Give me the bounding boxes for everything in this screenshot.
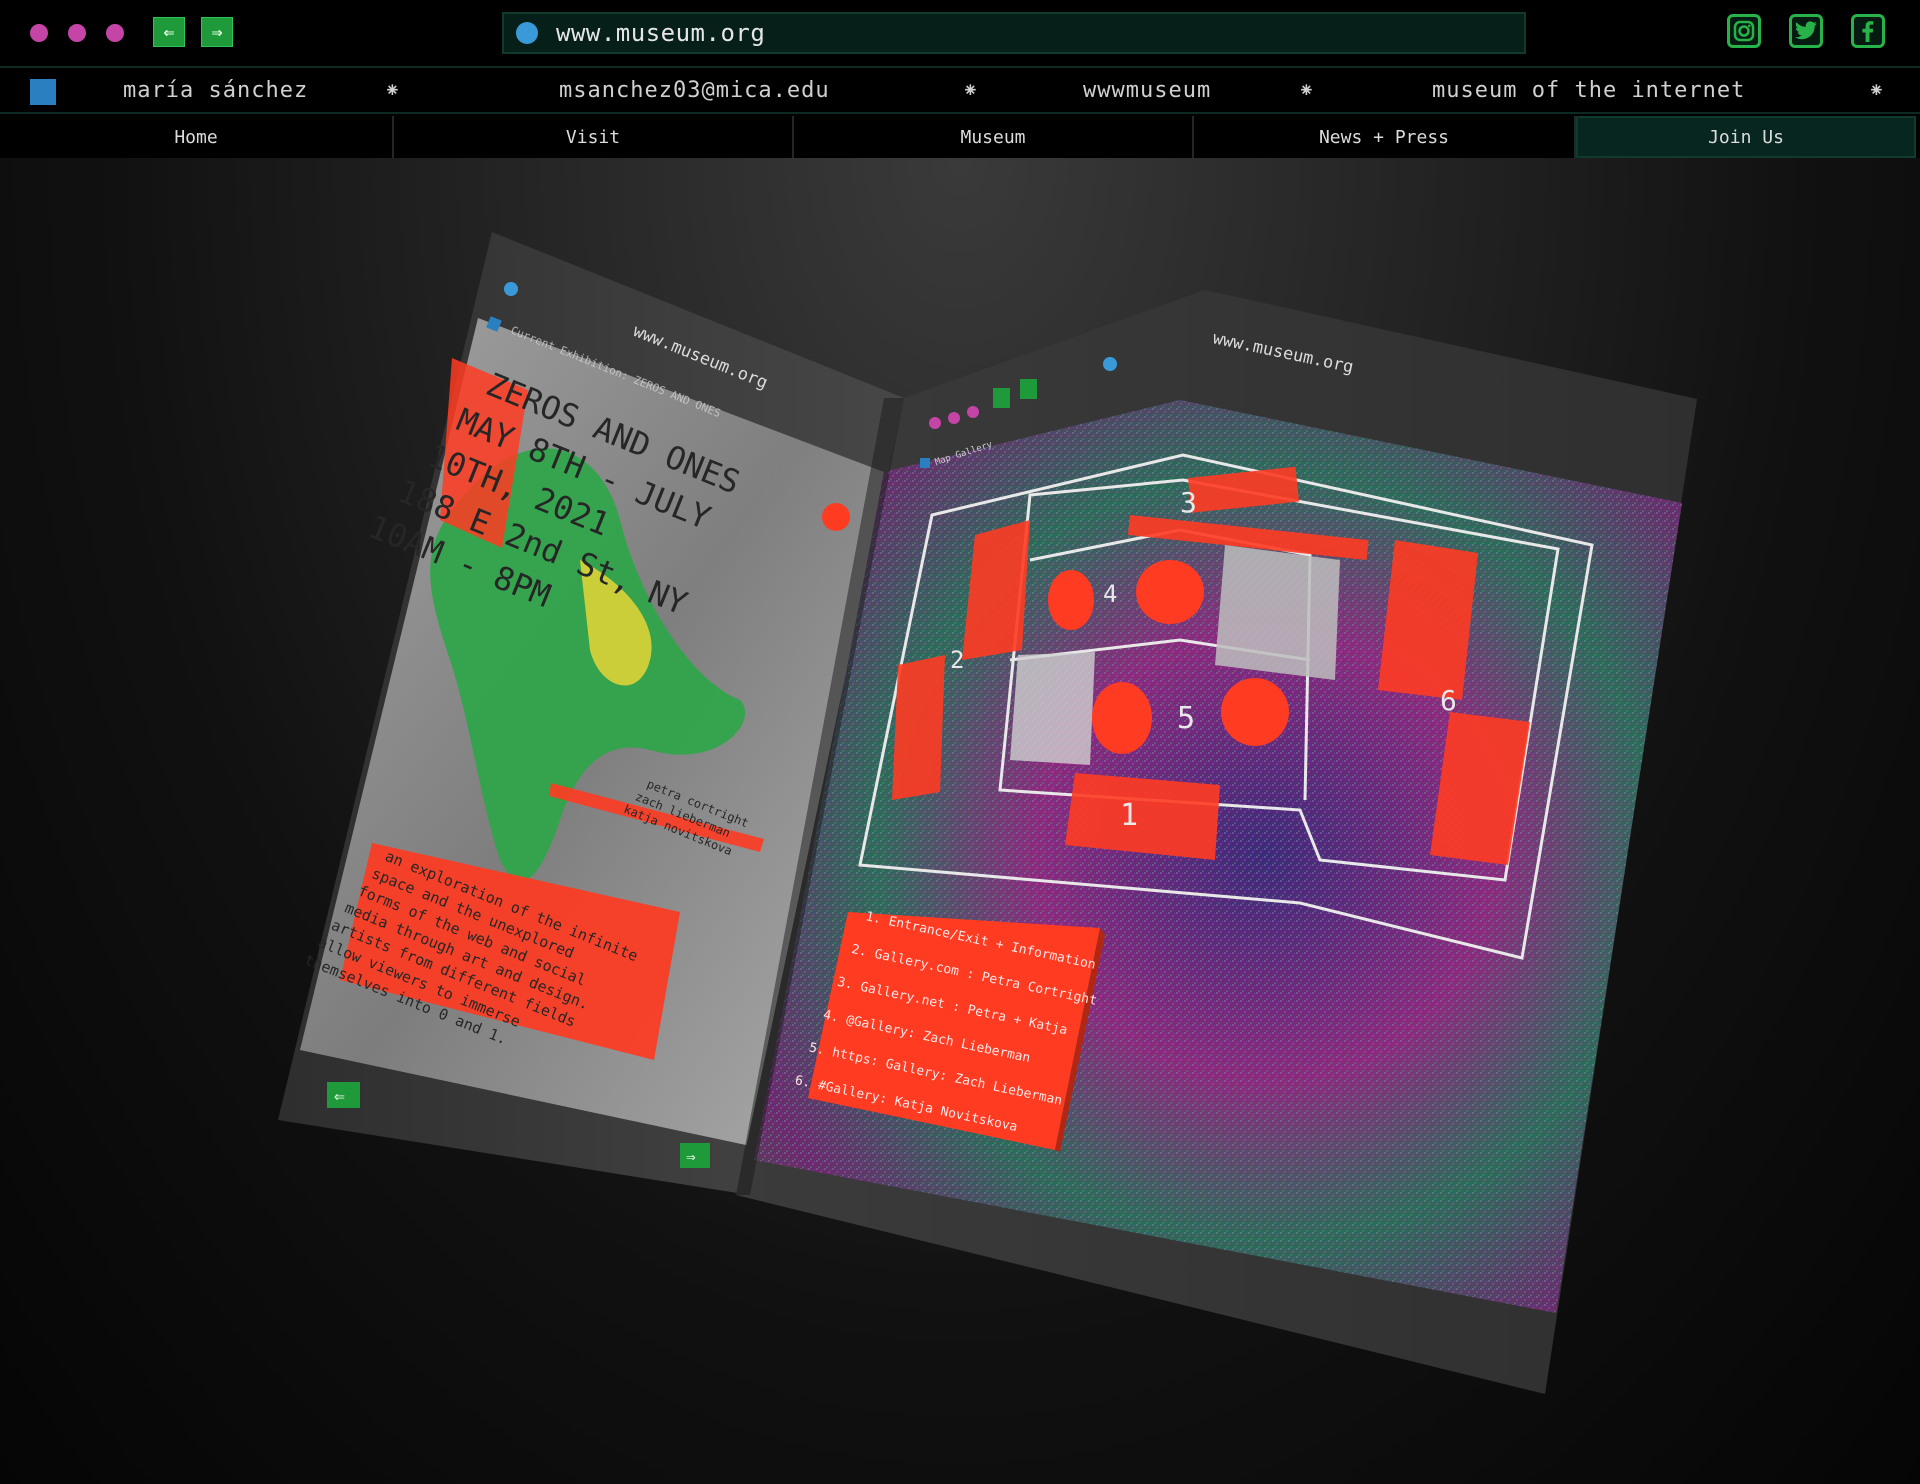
arrow-left-icon: ⇐ (334, 1086, 345, 1107)
room-number-5: 5 (1177, 701, 1195, 736)
window-dot-3[interactable] (106, 24, 124, 42)
red-dot-icon (822, 503, 850, 531)
arrow-right-icon: ⇒ (211, 21, 223, 43)
globe-icon (516, 22, 538, 44)
window-dot-2[interactable] (68, 24, 86, 42)
url-text: www.museum.org (556, 19, 766, 47)
room-number-3: 3 (1180, 486, 1197, 519)
nav-visit[interactable]: Visit (394, 116, 794, 158)
separator-icon: ⁕ (384, 78, 401, 102)
user-square-icon (30, 79, 56, 105)
window-dot-1[interactable] (30, 24, 48, 42)
nav-museum[interactable]: Museum (794, 116, 1194, 158)
marquee-brand: wwwmuseum (1083, 78, 1212, 103)
room-number-4: 4 (1103, 580, 1117, 608)
back-button[interactable]: ⇐ (153, 17, 185, 47)
twitter-icon[interactable] (1789, 14, 1823, 48)
map-forward-button[interactable] (1020, 379, 1037, 399)
arrow-left-icon: ⇐ (163, 21, 175, 43)
separator-icon: ⁕ (962, 78, 979, 102)
marquee-title: museum of the internet (1432, 78, 1746, 103)
browser-toolbar: ⇐ ⇒ www.museum.org (0, 0, 1920, 68)
map-back-button[interactable] (993, 388, 1010, 408)
nav-news-press[interactable]: News + Press (1194, 116, 1576, 158)
info-marquee: maría sánchez ⁕ msanchez03@mica.edu ⁕ ww… (0, 70, 1920, 114)
nav-home[interactable]: Home (0, 116, 394, 158)
left-globe-icon (504, 282, 518, 296)
instagram-icon[interactable] (1727, 14, 1761, 48)
room-number-6: 6 (1440, 684, 1457, 717)
nav-join-us[interactable]: Join Us (1576, 116, 1916, 158)
separator-icon: ⁕ (1298, 78, 1315, 102)
room-number-1: 1 (1120, 798, 1138, 833)
arrow-right-icon: ⇒ (686, 1147, 696, 1166)
brochure-stage: www.museum.org Current Exhibition: ZEROS… (0, 158, 1920, 1484)
marquee-name: maría sánchez (123, 78, 309, 103)
address-bar[interactable]: www.museum.org (502, 12, 1526, 54)
separator-icon: ⁕ (1868, 78, 1885, 102)
brochure-mockup: www.museum.org Current Exhibition: ZEROS… (278, 232, 1697, 1394)
main-nav: Home Visit Museum News + Press Join Us (0, 116, 1920, 158)
right-square-icon (920, 458, 930, 468)
right-globe-icon (1103, 357, 1117, 371)
facebook-icon[interactable] (1851, 14, 1885, 48)
marquee-email[interactable]: msanchez03@mica.edu (559, 78, 830, 103)
forward-button[interactable]: ⇒ (201, 17, 233, 47)
room-number-2: 2 (950, 646, 964, 674)
